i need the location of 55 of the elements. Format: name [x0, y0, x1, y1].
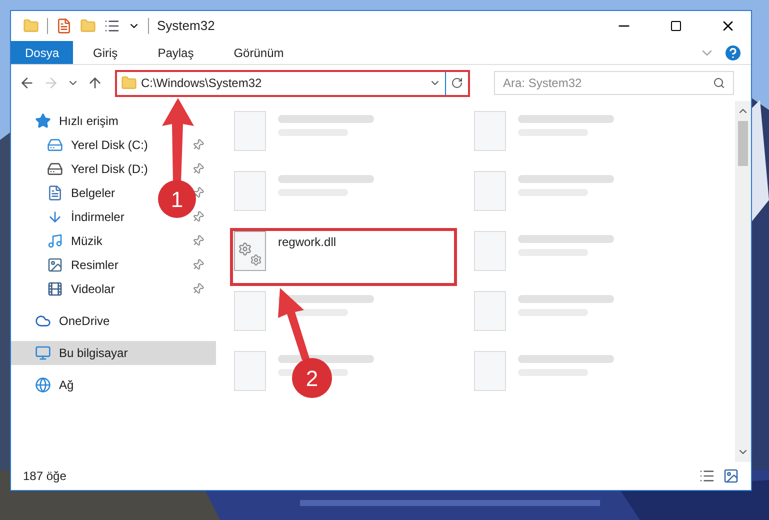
sidebar-item[interactable]: Belgeler	[71, 184, 116, 202]
cloud-icon	[35, 313, 51, 329]
music-note-icon	[47, 233, 63, 249]
sidebar-item[interactable]: OneDrive	[11, 309, 216, 333]
properties-icon[interactable]	[56, 18, 72, 34]
picture-icon	[47, 257, 63, 273]
blurred-file-icon	[234, 291, 266, 331]
ribbon-tab[interactable]: Dosya	[11, 41, 74, 64]
folder-icon	[121, 75, 137, 91]
blurred-file-icon	[474, 171, 506, 211]
sidebar-item[interactable]: Müzik	[71, 232, 102, 250]
sidebar-item[interactable]: Videolar	[71, 280, 115, 298]
large-icons-view-icon[interactable]	[723, 468, 739, 484]
ribbon-tab[interactable]: Görünüm	[220, 41, 298, 64]
sidebar-item[interactable]: Ağ	[11, 373, 216, 397]
document-icon	[47, 185, 63, 201]
film-icon	[47, 281, 63, 297]
sidebar-item[interactable]: Bu bilgisayar	[11, 341, 216, 365]
star-icon	[35, 113, 51, 129]
download-icon	[47, 209, 63, 225]
search-field[interactable]: Ara: System32	[494, 71, 734, 95]
address-field[interactable]: C:\Windows\System32	[115, 70, 470, 96]
sidebar-item[interactable]: Resimler	[71, 256, 118, 274]
blurred-file-icon	[234, 351, 266, 391]
file-gears-icon	[234, 231, 266, 271]
pointer-arrow	[278, 288, 310, 360]
blurred-file-icon	[474, 111, 506, 151]
ribbon-tab[interactable]: Giriş	[79, 41, 132, 64]
list-icon[interactable]	[104, 18, 120, 34]
help-icon[interactable]	[723, 42, 743, 62]
monitor-icon	[35, 345, 51, 361]
blurred-file-icon	[474, 351, 506, 391]
blurred-file-icon	[474, 231, 506, 271]
maximize-icon[interactable]	[670, 20, 682, 32]
drive-icon	[47, 161, 63, 177]
up-icon[interactable]	[87, 75, 103, 91]
drive-icon	[47, 137, 63, 153]
blurred-file-icon	[234, 171, 266, 211]
sidebar-item[interactable]: Yerel Disk (C:)	[71, 136, 148, 154]
scrollbar[interactable]	[735, 101, 751, 462]
scroll-thumb[interactable]	[738, 121, 748, 166]
network-icon	[35, 377, 51, 393]
file-name[interactable]: regwork.dll	[278, 233, 336, 251]
blurred-file-icon	[474, 291, 506, 331]
sidebar-item[interactable]: Yerel Disk (D:)	[71, 160, 148, 178]
sidebar-item[interactable]: Hızlı erişim	[59, 112, 118, 130]
refresh-icon[interactable]	[451, 77, 463, 89]
details-view-icon[interactable]	[699, 468, 715, 484]
search-icon	[713, 77, 725, 89]
blurred-file-icon	[234, 111, 266, 151]
ribbon-tab[interactable]: Paylaş	[144, 41, 208, 64]
back-icon[interactable]	[19, 75, 35, 91]
sidebar-item[interactable]: İndirmeler	[71, 208, 124, 226]
item-count: 187 öğe	[23, 468, 68, 485]
window-title: System32	[157, 17, 216, 36]
